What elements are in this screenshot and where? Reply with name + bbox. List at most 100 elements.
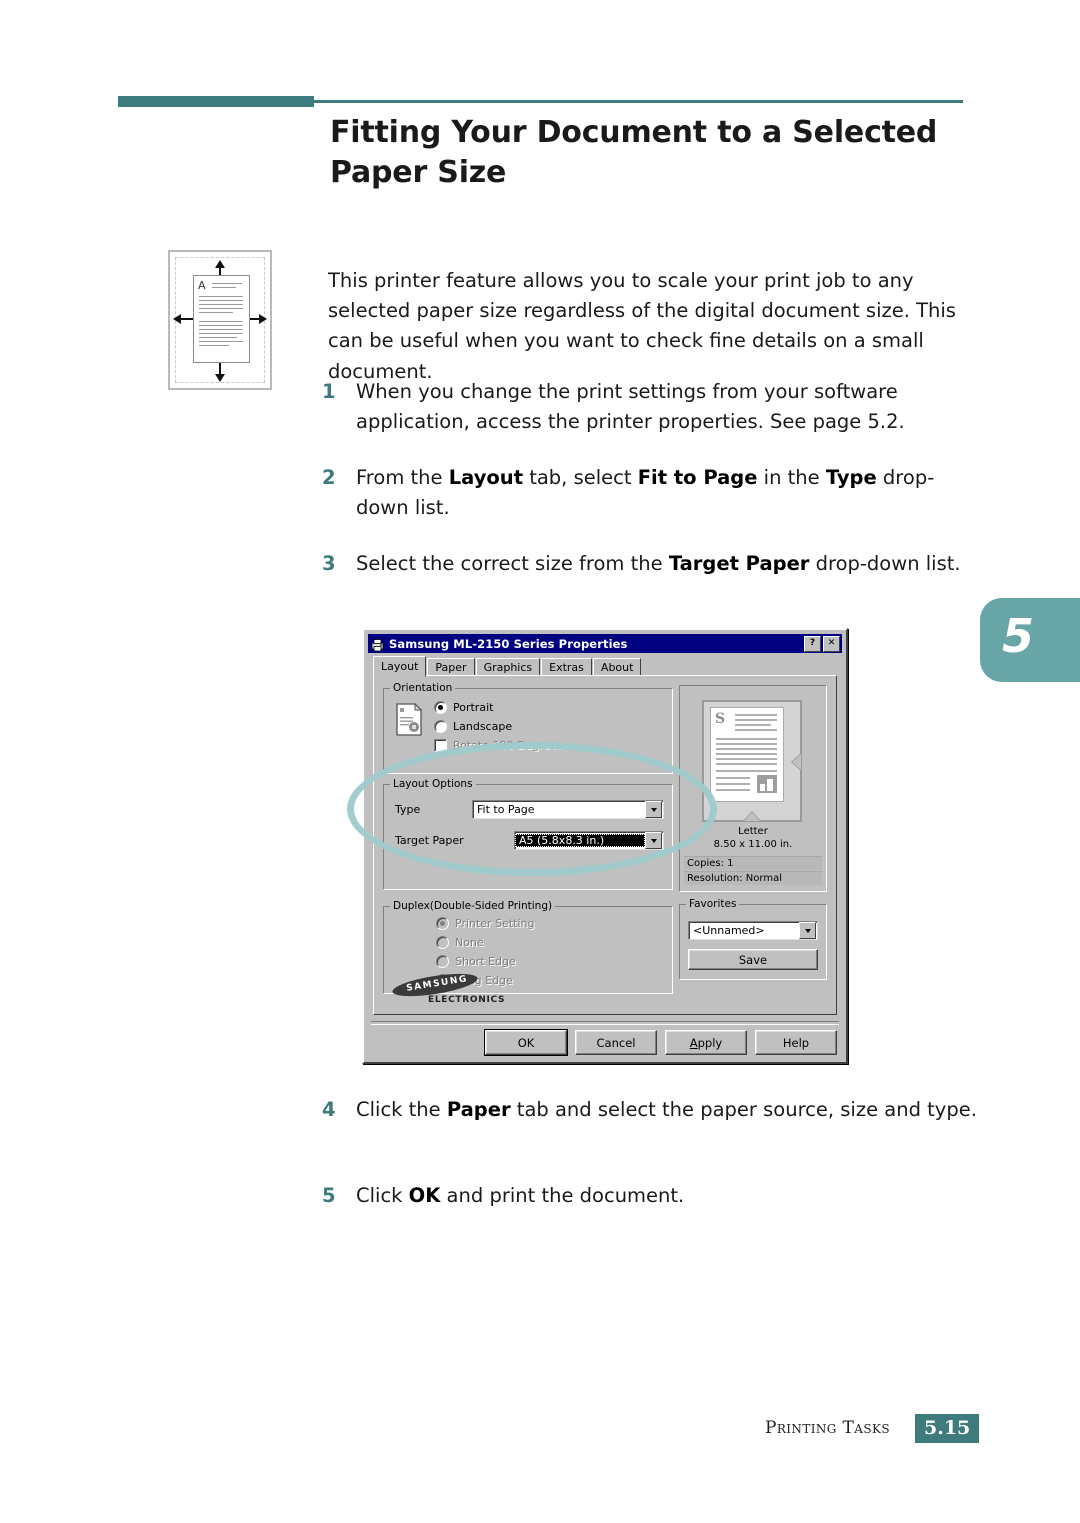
page-title-line1: Fitting Your Document to a Selected xyxy=(330,115,938,150)
preview-paper-dimensions: 8.50 x 11.00 in. xyxy=(713,839,793,850)
type-dropdown-value: Fit to Page xyxy=(477,803,535,816)
chevron-down-icon[interactable] xyxy=(645,801,662,818)
favorites-dropdown-value: <Unnamed> xyxy=(693,924,765,937)
apply-button-rest: pply xyxy=(697,1035,723,1050)
orientation-preview-icon xyxy=(396,702,423,736)
preview-sheet: S xyxy=(702,700,802,822)
step-4-text: Click the Paper tab and select the paper… xyxy=(356,1098,977,1121)
favorites-dropdown[interactable]: <Unnamed> xyxy=(688,921,818,940)
type-dropdown[interactable]: Fit to Page xyxy=(472,800,664,819)
apply-button[interactable]: Apply xyxy=(665,1030,747,1055)
target-paper-dropdown-value: A5 (5.8x8.3 in.) xyxy=(515,834,645,847)
layout-tab-page: Orientation Portrait Landscape Rotate 18… xyxy=(373,675,837,1015)
ok-button[interactable]: OK xyxy=(485,1030,567,1055)
step-3-text: Select the correct size from the Target … xyxy=(356,552,961,575)
orientation-group: Orientation Portrait Landscape Rotate 18… xyxy=(383,682,673,774)
target-paper-label: Target Paper xyxy=(395,834,464,847)
step-2-text: From the Layout tab, select Fit to Page … xyxy=(356,466,935,519)
dialog-tabstrip: Layout Paper Graphics Extras About xyxy=(373,656,837,677)
printer-properties-dialog: Samsung ML-2150 Series Properties ? ✕ La… xyxy=(362,628,848,1064)
close-icon[interactable]: ✕ xyxy=(823,635,840,652)
preview-chart-thumb xyxy=(757,775,777,793)
dialog-titlebar[interactable]: Samsung ML-2150 Series Properties ? ✕ xyxy=(368,634,842,653)
save-favorite-button[interactable]: Save xyxy=(688,949,818,970)
intro-paragraph: This printer feature allows you to scale… xyxy=(328,268,956,383)
preview-document: S xyxy=(710,707,784,802)
step-4: 4 Click the Paper tab and select the pap… xyxy=(322,1095,982,1125)
fit-to-page-illustration-icon: A xyxy=(168,250,272,390)
cancel-button[interactable]: Cancel xyxy=(575,1030,657,1055)
chevron-down-icon[interactable] xyxy=(799,922,816,939)
orientation-group-label: Orientation xyxy=(390,682,456,694)
preview-copies: Copies: 1 xyxy=(684,856,822,870)
illustration-page-letter: A xyxy=(198,279,206,292)
step-5-text: Click OK and print the document. xyxy=(356,1184,685,1207)
radio-duplex-none[interactable]: None xyxy=(436,936,534,949)
page-number: 5.15 xyxy=(915,1414,980,1443)
help-titlebar-button[interactable]: ? xyxy=(804,635,821,652)
layout-options-group-label: Layout Options xyxy=(390,778,476,790)
step-2-number: 2 xyxy=(322,466,336,489)
footer-label: Printing Tasks xyxy=(765,1418,890,1438)
step-4-number: 4 xyxy=(322,1098,336,1121)
checkbox-rotate-180-indicator xyxy=(434,739,447,752)
preview-fold-arrow xyxy=(792,754,801,770)
step-1-number: 1 xyxy=(322,380,336,403)
radio-portrait-label: Portrait xyxy=(453,701,494,714)
page-title: Fitting Your Document to a Selected Pape… xyxy=(330,113,970,193)
dialog-button-row: OK Cancel Apply Help xyxy=(373,1030,837,1055)
tab-paper[interactable]: Paper xyxy=(427,658,475,676)
radio-landscape[interactable]: Landscape xyxy=(434,720,563,733)
layout-options-group: Layout Options Type Fit to Page Target P… xyxy=(383,778,673,890)
tab-extras[interactable]: Extras xyxy=(541,658,592,676)
chapter-tab-number: 5 xyxy=(1002,609,1035,663)
step-3-number: 3 xyxy=(322,552,336,575)
step-5: 5 Click OK and print the document. xyxy=(322,1181,982,1211)
printer-icon xyxy=(370,637,385,651)
arrow-down-head xyxy=(215,374,225,382)
preview-resolution: Resolution: Normal xyxy=(684,871,822,885)
duplex-group-label: Duplex(Double-Sided Printing) xyxy=(390,900,556,912)
dialog-separator xyxy=(371,1021,839,1025)
favorites-group: Favorites <Unnamed> Save xyxy=(679,898,827,980)
type-label: Type xyxy=(395,803,421,816)
radio-printer-setting[interactable]: Printer Setting xyxy=(436,917,534,930)
radio-short-edge[interactable]: Short Edge xyxy=(436,955,534,968)
chevron-down-icon[interactable] xyxy=(645,832,662,849)
page-title-line2: Paper Size xyxy=(330,154,507,190)
checkbox-rotate-180-label: Rotate 180 Degrees xyxy=(453,739,563,752)
radio-short-edge-indicator xyxy=(436,955,449,968)
print-preview-pane: S Letter 8.50 x 11.00 in. Copies: 1 Reso… xyxy=(679,685,827,892)
checkbox-rotate-180[interactable]: Rotate 180 Degrees xyxy=(434,739,563,752)
tab-graphics[interactable]: Graphics xyxy=(475,658,541,676)
step-1: 1 When you change the print settings fro… xyxy=(322,377,982,436)
radio-printer-setting-indicator xyxy=(436,917,449,930)
help-button[interactable]: Help xyxy=(755,1030,837,1055)
samsung-logo: SAMSUNG ELECTRONICS xyxy=(391,969,506,1006)
radio-portrait[interactable]: Portrait xyxy=(434,701,563,714)
preview-paper-name: Letter xyxy=(738,826,768,837)
arrow-left-head xyxy=(173,314,181,324)
target-paper-dropdown[interactable]: A5 (5.8x8.3 in.) xyxy=(514,831,664,850)
radio-printer-setting-label: Printer Setting xyxy=(455,917,535,930)
favorites-group-label: Favorites xyxy=(686,898,740,910)
tab-layout[interactable]: Layout xyxy=(373,656,427,677)
radio-landscape-label: Landscape xyxy=(453,720,513,733)
step-1-text: When you change the print settings from … xyxy=(356,380,905,433)
arrow-up-head xyxy=(215,260,225,268)
radio-duplex-none-label: None xyxy=(455,936,484,949)
arrow-right-head xyxy=(259,314,267,324)
illustration-document: A xyxy=(193,275,250,363)
radio-portrait-indicator xyxy=(434,701,447,714)
radio-duplex-none-indicator xyxy=(436,936,449,949)
header-rule-accent xyxy=(118,96,314,107)
preview-bottom-arrow xyxy=(744,812,760,821)
chapter-tab: 5 xyxy=(980,598,1080,682)
tab-about[interactable]: About xyxy=(592,658,642,676)
dialog-title: Samsung ML-2150 Series Properties xyxy=(389,636,628,651)
step-5-number: 5 xyxy=(322,1184,336,1207)
samsung-logo-subtext: ELECTRONICS xyxy=(428,995,506,1005)
radio-landscape-indicator xyxy=(434,720,447,733)
arrow-left-shaft xyxy=(180,318,194,320)
radio-short-edge-label: Short Edge xyxy=(455,955,516,968)
